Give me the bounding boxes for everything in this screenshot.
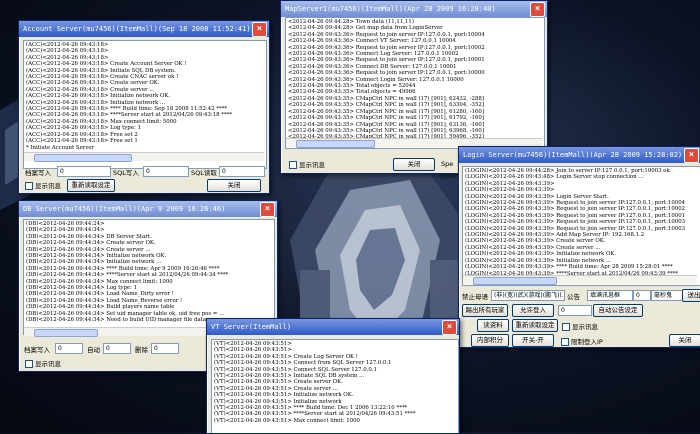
close-icon[interactable]: ×: [684, 148, 699, 163]
log-line: * Initiate Account Server: [26, 144, 95, 151]
sql-read-label: SQL读取: [191, 169, 217, 177]
close-icon[interactable]: ×: [260, 202, 275, 217]
map-log-list[interactable]: <2012-04-26 09:44:28> Town data (11,11,1…: [285, 17, 545, 149]
accounts-label: 档案写入: [25, 169, 51, 177]
log-line: (VT)<2012-04-26 09:43:51> Max connect li…: [214, 417, 360, 424]
show-messages-checkbox[interactable]: 显示讯息: [562, 321, 598, 331]
read-data-button[interactable]: 读资料: [477, 319, 509, 332]
db-server-titlebar[interactable]: DB Server(mu7456)(ItemMall)(Apr 9 2009 1…: [19, 201, 277, 217]
ban-words-field[interactable]: (非)(宽)(武)(游戏)(鹏飞)(...: [491, 290, 565, 301]
account-server-window: Account Server(mu7456)(ItemMall)(Sep 18 …: [18, 20, 270, 194]
close-icon[interactable]: ×: [442, 320, 457, 335]
announce-label: 公告: [567, 293, 580, 301]
login-server-titlebar[interactable]: Login Server(mu7456)(ItemMall)(Apr 28 20…: [459, 147, 700, 163]
show-messages-checkbox[interactable]: 显示讯息: [25, 358, 61, 368]
show-messages-checkbox[interactable]: 显示讯息: [25, 180, 61, 190]
reread-settings-button[interactable]: 重新读取设定: [512, 319, 558, 332]
log-line: (ACC)<2012-04-26 09:43:18> ****Server st…: [26, 112, 233, 119]
close-icon[interactable]: ×: [252, 22, 267, 37]
delete-field: 0: [151, 343, 179, 354]
online-count-button[interactable]: 内部积分: [471, 334, 509, 347]
account-log-list[interactable]: (ACC)<2012-04-26 09:43:18> (ACC)<2012-04-…: [23, 40, 267, 169]
sql-write-field: 0: [143, 166, 189, 177]
truncated-label: Spe: [441, 160, 454, 168]
window-title: MapServer1(mu7456)(ItemMall)(Apr 28 2009…: [285, 5, 496, 13]
vt-server-window: VT Server(ItemMall) × (VT)<2012-04-26 09…: [206, 318, 460, 434]
sql-write-label: SQL写入: [113, 169, 139, 177]
send-button[interactable]: 送出: [682, 289, 700, 302]
vt-log-list[interactable]: (VT)<2012-04-26 09:43:51> (VT)<2012-04-26…: [211, 339, 459, 433]
map-server-titlebar[interactable]: MapServer1(mu7456)(ItemMall)(Apr 28 2009…: [281, 1, 547, 17]
auto-label: 自动: [87, 346, 100, 354]
close-button[interactable]: 关闭: [669, 334, 700, 347]
close-icon[interactable]: ×: [530, 2, 545, 17]
horizontal-scrollbar[interactable]: [24, 152, 264, 162]
allow-login-button[interactable]: 允许登入: [512, 304, 554, 317]
count-field[interactable]: 0: [633, 290, 651, 301]
accounts-field: 0: [57, 166, 111, 177]
reread-settings-button[interactable]: 重新读取设定: [67, 179, 115, 192]
announce-field[interactable]: 填满讯息框: [587, 290, 633, 301]
ban-words-label: 禁止母语: [462, 293, 488, 301]
log-line: (LOGIN)<2012-04-26 09:43:39> Request to …: [465, 206, 686, 213]
vt-server-titlebar[interactable]: VT Server(ItemMall) ×: [207, 319, 459, 335]
window-title: VT Server(ItemMall): [211, 323, 292, 331]
window-title: Account Server(mu7456)(ItemMall)(Sep 18 …: [23, 25, 251, 33]
window-title: DB Server(mu7456)(ItemMall)(Apr 9 2009 1…: [23, 205, 226, 213]
login-server-window: Login Server(mu7456)(ItemMall)(Apr 28 20…: [458, 146, 700, 348]
close-button[interactable]: 关闭: [393, 158, 435, 171]
delete-label: 删除: [135, 346, 148, 354]
accounts-field: 0: [55, 343, 83, 354]
toggle-open-button[interactable]: 开关-开: [512, 334, 554, 347]
log-line: (LOGIN)<2012-04-26 09:43:39> Request to …: [465, 219, 686, 226]
window-title: Login Server(mu7456)(ItemMall)(Apr 28 20…: [463, 151, 683, 159]
auto-announce-button[interactable]: 自动公告设定: [593, 304, 643, 317]
auto-field: 0: [103, 343, 131, 354]
sql-read-field: 0: [219, 166, 265, 177]
login-log-list[interactable]: (LOGIN)<2012-04-26 09:44:28> Join to ser…: [462, 166, 700, 286]
kick-all-button[interactable]: 踢出所有玩家: [462, 304, 508, 317]
show-messages-checkbox[interactable]: 显示讯息: [289, 159, 325, 169]
account-server-titlebar[interactable]: Account Server(mu7456)(ItemMall)(Sep 18 …: [19, 21, 269, 37]
accounts-label: 档案写入: [24, 346, 50, 354]
login-value-field[interactable]: 0: [558, 305, 592, 316]
unit-select[interactable]: 毫秒鬼: [651, 290, 683, 301]
horizontal-scrollbar[interactable]: [463, 275, 697, 285]
restrict-login-ip-checkbox[interactable]: 限制登入IP: [561, 336, 603, 346]
log-line: (LOGIN)<2012-04-26 09:43:39> **** Build …: [465, 264, 673, 271]
close-button[interactable]: 关闭: [207, 179, 261, 192]
